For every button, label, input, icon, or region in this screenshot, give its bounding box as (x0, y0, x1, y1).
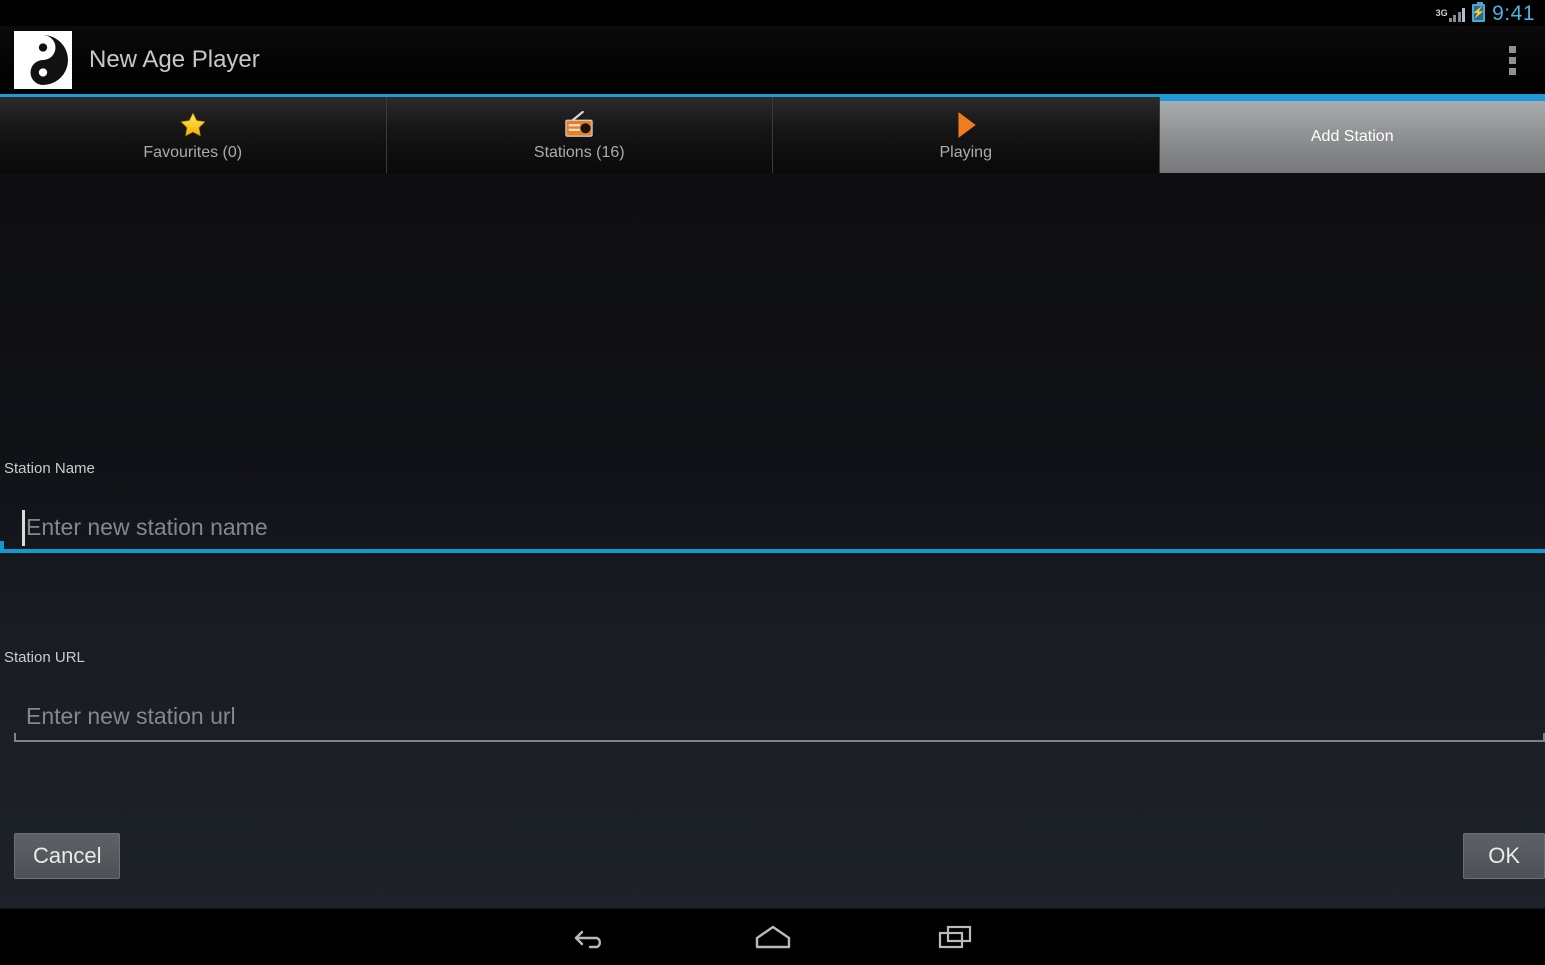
signal-bars-icon: 3G (1436, 5, 1466, 22)
station-url-field-group: Station URL (0, 649, 1545, 742)
android-device-screen: 3G ⚡ 9:41 New Age Player Favourites (0) … (0, 0, 1545, 965)
field-gap (0, 553, 1545, 649)
tab-add-station-label: Add Station (1310, 128, 1394, 145)
radio-icon (561, 108, 597, 142)
tab-playing[interactable]: Playing (773, 97, 1160, 173)
status-bar-clock: 9:41 (1492, 1, 1535, 25)
tab-favourites-label: Favourites (0) (143, 144, 243, 161)
text-caret (22, 510, 25, 546)
button-gap (0, 742, 1545, 804)
system-navigation-bar (0, 908, 1545, 965)
network-type-label: 3G (1435, 7, 1448, 18)
tab-stations[interactable]: Stations (16) (386, 97, 773, 173)
station-url-input-row[interactable] (0, 690, 1545, 742)
station-name-input[interactable] (0, 501, 1545, 553)
tab-bar: Favourites (0) Stations (16) Playing Add… (0, 97, 1545, 173)
station-name-underline (0, 541, 1545, 553)
overflow-menu-icon[interactable] (1491, 34, 1533, 86)
back-icon[interactable] (555, 913, 627, 961)
tab-playing-label: Playing (939, 144, 992, 161)
status-bar: 3G ⚡ 9:41 (0, 0, 1545, 26)
star-icon (175, 108, 211, 142)
battery-charging-icon: ⚡ (1472, 2, 1485, 22)
top-spacer (0, 173, 1545, 460)
station-name-field-group: Station Name (0, 460, 1545, 553)
tab-add-station[interactable]: Add Station (1159, 97, 1545, 173)
station-url-underline (14, 733, 1545, 742)
station-url-input[interactable] (0, 690, 1545, 742)
home-icon[interactable] (737, 913, 809, 961)
ok-button[interactable]: OK (1463, 833, 1545, 879)
station-url-label: Station URL (4, 649, 85, 666)
dialog-button-row: Cancel OK (0, 804, 1545, 908)
station-name-label: Station Name (4, 460, 95, 477)
tab-stations-label: Stations (16) (533, 144, 625, 161)
tab-favourites[interactable]: Favourites (0) (0, 97, 387, 173)
cancel-button[interactable]: Cancel (14, 833, 121, 879)
action-bar: New Age Player (0, 26, 1545, 97)
play-icon (948, 108, 984, 142)
app-title: New Age Player (89, 46, 260, 73)
yin-yang-icon (14, 31, 72, 89)
station-name-input-row[interactable] (0, 501, 1545, 553)
recent-apps-icon[interactable] (919, 913, 991, 961)
add-station-form: Station Name Station URL Cancel OK (0, 173, 1545, 908)
